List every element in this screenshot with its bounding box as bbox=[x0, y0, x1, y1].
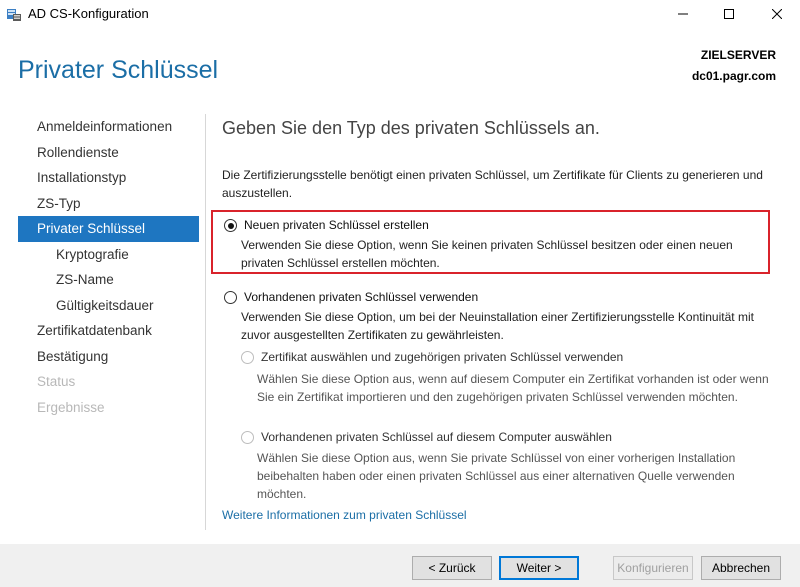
minimize-button[interactable] bbox=[660, 0, 706, 28]
nav-item-zs-name[interactable]: ZS-Name bbox=[18, 267, 199, 293]
nav-item-ergebnisse: Ergebnisse bbox=[37, 399, 105, 415]
radio-select-certificate-control bbox=[241, 351, 254, 364]
close-icon bbox=[772, 9, 782, 19]
nav-item-bestaetigung[interactable]: Bestätigung bbox=[18, 344, 199, 370]
nav-item-gueltigkeitsdauer[interactable]: Gültigkeitsdauer bbox=[18, 293, 199, 319]
select-existing-key-description: Wählen Sie diese Option aus, wenn Sie pr… bbox=[257, 451, 736, 501]
maximize-icon bbox=[724, 9, 734, 19]
minimize-icon bbox=[678, 13, 688, 15]
intro-text: Die Zertifizierungsstelle benötigt einen… bbox=[222, 168, 763, 200]
radio-existing-private-key-label[interactable]: Vorhandenen privaten Schlüssel verwenden bbox=[244, 290, 478, 304]
nav-item-status: Status bbox=[37, 374, 76, 389]
close-button[interactable] bbox=[754, 0, 800, 28]
maximize-button[interactable] bbox=[706, 0, 752, 28]
wizard-navigation: Anmeldeinformationen Rollendienste Insta… bbox=[18, 114, 199, 420]
radio-new-private-key-label[interactable]: Neuen privaten Schlüssel erstellen bbox=[244, 218, 429, 232]
select-certificate-description: Wählen Sie diese Option aus, wenn auf di… bbox=[257, 372, 769, 404]
nav-item-zs-typ[interactable]: ZS-Typ bbox=[18, 191, 199, 217]
nav-item-zertifikatdatenbank[interactable]: Zertifikatdatenbank bbox=[18, 318, 199, 344]
page-title: Privater Schlüssel bbox=[18, 56, 219, 84]
window-title: AD CS-Konfiguration bbox=[28, 6, 149, 21]
server-manager-icon bbox=[6, 6, 22, 22]
radio-select-existing-key-control bbox=[241, 431, 254, 444]
new-private-key-description: Verwenden Sie diese Option, wenn Sie kei… bbox=[241, 238, 733, 270]
cancel-button[interactable]: Abbrechen bbox=[701, 556, 781, 580]
content-heading: Geben Sie den Typ des privaten Schlüssel… bbox=[222, 118, 600, 138]
back-button[interactable]: < Zurück bbox=[412, 556, 492, 580]
radio-existing-private-key-control[interactable] bbox=[224, 291, 237, 304]
nav-item-privater-schluessel[interactable]: Privater Schlüssel bbox=[18, 216, 199, 242]
nav-item-anmeldeinformationen[interactable]: Anmeldeinformationen bbox=[18, 114, 199, 140]
nav-divider bbox=[205, 114, 206, 530]
nav-item-kryptografie[interactable]: Kryptografie bbox=[18, 242, 199, 268]
radio-select-certificate-label: Zertifikat auswählen und zugehörigen pri… bbox=[261, 350, 624, 364]
configure-button: Konfigurieren bbox=[613, 556, 693, 580]
title-bar: AD CS-Konfiguration bbox=[0, 0, 800, 28]
existing-private-key-description: Verwenden Sie diese Option, um bei der N… bbox=[241, 310, 754, 342]
target-server-label: ZIELSERVER bbox=[700, 48, 776, 62]
target-server-name: dc01.pagr.com bbox=[691, 69, 776, 83]
nav-item-installationstyp[interactable]: Installationstyp bbox=[18, 165, 199, 191]
nav-item-rollendienste[interactable]: Rollendienste bbox=[18, 140, 199, 166]
radio-select-existing-key-label: Vorhandenen privaten Schlüssel auf diese… bbox=[261, 430, 612, 444]
more-info-link[interactable]: Weitere Informationen zum privaten Schlü… bbox=[222, 508, 467, 522]
radio-new-private-key-control[interactable] bbox=[224, 219, 237, 232]
next-button[interactable]: Weiter > bbox=[499, 556, 579, 580]
